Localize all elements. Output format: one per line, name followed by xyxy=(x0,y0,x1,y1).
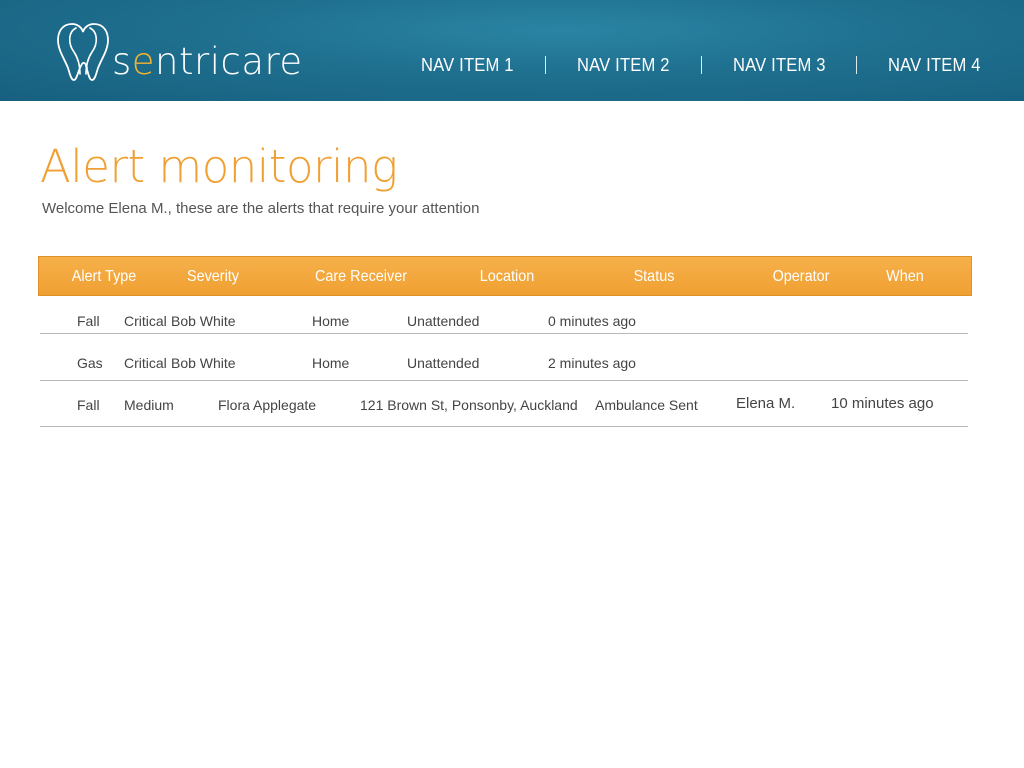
nav-divider xyxy=(544,56,546,74)
column-header-severity[interactable]: Severity xyxy=(176,257,250,295)
tooth-icon xyxy=(57,23,109,81)
table-row[interactable]: Fall Medium Flora Applegate 121 Brown St… xyxy=(40,381,968,427)
page-subtitle: Welcome Elena M., these are the alerts t… xyxy=(42,200,480,217)
cell-status: Unattended xyxy=(407,355,480,371)
cell-when: 2 minutes ago xyxy=(548,355,636,371)
nav-item-2[interactable]: NAV ITEM 2 xyxy=(577,55,670,75)
cell-operator: Elena M. xyxy=(736,395,796,412)
cell-alert-type: Gas xyxy=(77,355,103,371)
brand-wordmark: sentricare xyxy=(112,43,303,80)
nav-divider xyxy=(700,56,702,74)
main-nav: NAV ITEM 1 NAV ITEM 2 NAV ITEM 3 NAV ITE… xyxy=(417,55,985,75)
brand-name-accent: e xyxy=(131,40,156,83)
cell-severity: Critical xyxy=(124,313,167,329)
nav-divider xyxy=(856,56,858,74)
brand-name-suffix: ntricare xyxy=(155,40,303,83)
cell-status: Unattended xyxy=(407,313,480,329)
cell-care-receiver: Bob White xyxy=(171,355,236,371)
table-row[interactable]: Gas Critical Bob White Home Unattended 2… xyxy=(40,334,968,381)
brand-logo[interactable]: sentricare xyxy=(56,22,303,82)
cell-alert-type: Fall xyxy=(77,397,100,413)
cell-when: 10 minutes ago xyxy=(831,395,934,412)
cell-status: Ambulance Sent xyxy=(595,397,698,413)
nav-item-3[interactable]: NAV ITEM 3 xyxy=(733,55,826,75)
cell-severity: Medium xyxy=(124,397,174,413)
column-header-operator[interactable]: Operator xyxy=(763,257,839,295)
alerts-table-header: Alert Type Severity Care Receiver Locati… xyxy=(38,256,972,296)
column-header-location[interactable]: Location xyxy=(471,257,543,295)
cell-location: Home xyxy=(312,355,350,371)
cell-care-receiver: Flora Applegate xyxy=(218,397,317,413)
table-row[interactable]: Fall Critical Bob White Home Unattended … xyxy=(40,296,968,334)
cell-location: 121 Brown St, Ponsonby, Auckland xyxy=(360,397,578,413)
column-header-status[interactable]: Status xyxy=(623,257,686,295)
cell-care-receiver: Bob White xyxy=(171,313,236,329)
page-title: Alert monitoring xyxy=(40,140,398,193)
nav-item-4[interactable]: NAV ITEM 4 xyxy=(888,55,981,75)
cell-when: 0 minutes ago xyxy=(548,313,636,329)
cell-alert-type: Fall xyxy=(77,313,100,329)
top-header: sentricare NAV ITEM 1 NAV ITEM 2 NAV ITE… xyxy=(0,0,1024,101)
column-header-alert-type[interactable]: Alert Type xyxy=(65,257,142,295)
column-header-when[interactable]: When xyxy=(882,257,929,295)
nav-item-1[interactable]: NAV ITEM 1 xyxy=(421,55,514,75)
cell-severity: Critical xyxy=(124,355,167,371)
cell-location: Home xyxy=(312,313,350,329)
column-header-care-receiver[interactable]: Care Receiver xyxy=(311,257,412,295)
brand-name-prefix: s xyxy=(112,40,132,83)
